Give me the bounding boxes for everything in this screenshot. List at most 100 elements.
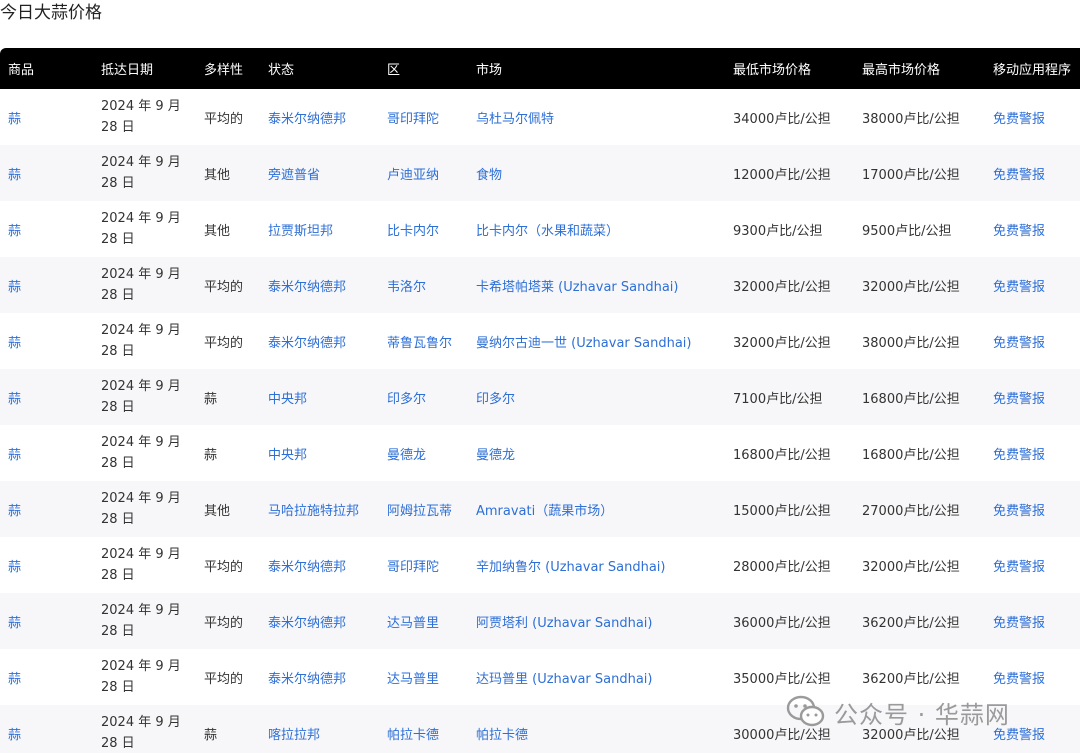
district-link[interactable]: 比卡内尔 (387, 224, 439, 239)
cell-min_price: 32000卢比/公担 (725, 313, 854, 369)
table-row: 蒜 2024 年 9 月 28 日 平均的 泰米尔纳德邦 哥印拜陀 辛加纳鲁尔 (Uzha… (0, 537, 1080, 593)
arrival-date: 2024 年 9 月 28 日 (101, 155, 181, 191)
commodity-link[interactable]: 蒜 (8, 616, 21, 631)
cell-state: 喀拉拉邦 (260, 705, 379, 753)
free-alert-link[interactable]: 免费警报 (993, 280, 1045, 295)
table-row: 蒜 2024 年 9 月 28 日 蒜 中央邦 曼德龙 曼德龙 16800卢比/公担 1680… (0, 425, 1080, 481)
cell-market: 比卡内尔（水果和蔬菜） (468, 201, 725, 257)
free-alert-link[interactable]: 免费警报 (993, 112, 1045, 127)
market-link[interactable]: 印多尔 (476, 392, 515, 407)
variety: 平均的 (204, 279, 244, 295)
commodity-link[interactable]: 蒜 (8, 560, 21, 575)
market-link[interactable]: 比卡内尔（水果和蔬菜） (476, 224, 619, 239)
cell-commodity: 蒜 (0, 89, 93, 145)
market-link[interactable]: 达玛普里 (Uzhavar Sandhai) (476, 672, 652, 687)
header-mobile-app: 移动应用程序 (985, 48, 1080, 89)
market-link[interactable]: 帕拉卡德 (476, 728, 528, 743)
cell-variety: 蒜 (196, 705, 260, 753)
table-row: 蒜 2024 年 9 月 28 日 平均的 泰米尔纳德邦 蒂鲁瓦鲁尔 曼纳尔古迪一世 (U… (0, 313, 1080, 369)
header-max-price: 最高市场价格 (854, 48, 985, 89)
free-alert-link[interactable]: 免费警报 (993, 224, 1045, 239)
market-link[interactable]: 阿贾塔利 (Uzhavar Sandhai) (476, 616, 652, 631)
cell-market: 达玛普里 (Uzhavar Sandhai) (468, 649, 725, 705)
district-link[interactable]: 蒂鲁瓦鲁尔 (387, 336, 452, 351)
market-link[interactable]: 乌杜马尔佩特 (476, 112, 554, 127)
commodity-link[interactable]: 蒜 (8, 112, 21, 127)
commodity-link[interactable]: 蒜 (8, 504, 21, 519)
min-price: 32000卢比/公担 (733, 279, 831, 295)
district-link[interactable]: 达马普里 (387, 672, 439, 687)
cell-max_price: 32000卢比/公担 (854, 537, 985, 593)
min-price: 15000卢比/公担 (733, 503, 831, 519)
free-alert-link[interactable]: 免费警报 (993, 392, 1045, 407)
market-link[interactable]: 辛加纳鲁尔 (Uzhavar Sandhai) (476, 560, 665, 575)
cell-min_price: 34000卢比/公担 (725, 89, 854, 145)
state-link[interactable]: 泰米尔纳德邦 (268, 112, 346, 127)
free-alert-link[interactable]: 免费警报 (993, 336, 1045, 351)
price-table: 商品 抵达日期 多样性 状态 区 市场 最低市场价格 最高市场价格 移动应用程序… (0, 48, 1080, 753)
state-link[interactable]: 中央邦 (268, 392, 307, 407)
market-link[interactable]: 曼德龙 (476, 448, 515, 463)
district-link[interactable]: 哥印拜陀 (387, 112, 439, 127)
cell-max_price: 27000卢比/公担 (854, 481, 985, 537)
state-link[interactable]: 拉贾斯坦邦 (268, 224, 333, 239)
cell-variety: 蒜 (196, 425, 260, 481)
district-link[interactable]: 卢迪亚纳 (387, 168, 439, 183)
cell-variety: 平均的 (196, 649, 260, 705)
variety: 其他 (204, 223, 231, 239)
district-link[interactable]: 帕拉卡德 (387, 728, 439, 743)
variety: 蒜 (204, 447, 218, 463)
district-link[interactable]: 哥印拜陀 (387, 560, 439, 575)
variety: 蒜 (204, 727, 218, 743)
state-link[interactable]: 泰米尔纳德邦 (268, 560, 346, 575)
cell-state: 马哈拉施特拉邦 (260, 481, 379, 537)
free-alert-link[interactable]: 免费警报 (993, 560, 1045, 575)
state-link[interactable]: 中央邦 (268, 448, 307, 463)
commodity-link[interactable]: 蒜 (8, 280, 21, 295)
commodity-link[interactable]: 蒜 (8, 448, 21, 463)
cell-min_price: 32000卢比/公担 (725, 257, 854, 313)
cell-state: 泰米尔纳德邦 (260, 313, 379, 369)
cell-state: 中央邦 (260, 425, 379, 481)
state-link[interactable]: 泰米尔纳德邦 (268, 336, 346, 351)
state-link[interactable]: 喀拉拉邦 (268, 728, 320, 743)
state-link[interactable]: 马哈拉施特拉邦 (268, 504, 359, 519)
state-link[interactable]: 泰米尔纳德邦 (268, 616, 346, 631)
arrival-date: 2024 年 9 月 28 日 (101, 267, 181, 303)
arrival-date: 2024 年 9 月 28 日 (101, 715, 181, 751)
cell-max_price: 38000卢比/公担 (854, 89, 985, 145)
commodity-link[interactable]: 蒜 (8, 728, 21, 743)
cell-variety: 蒜 (196, 369, 260, 425)
free-alert-link[interactable]: 免费警报 (993, 672, 1045, 687)
state-link[interactable]: 旁遮普省 (268, 168, 320, 183)
district-link[interactable]: 韦洛尔 (387, 280, 426, 295)
commodity-link[interactable]: 蒜 (8, 392, 21, 407)
cell-date: 2024 年 9 月 28 日 (93, 89, 196, 145)
district-link[interactable]: 达马普里 (387, 616, 439, 631)
free-alert-link[interactable]: 免费警报 (993, 504, 1045, 519)
variety: 平均的 (204, 615, 244, 631)
free-alert-link[interactable]: 免费警报 (993, 448, 1045, 463)
cell-app: 免费警报 (985, 201, 1080, 257)
market-link[interactable]: Amravati（蔬果市场） (476, 504, 613, 519)
commodity-link[interactable]: 蒜 (8, 168, 21, 183)
commodity-link[interactable]: 蒜 (8, 224, 21, 239)
market-link[interactable]: 曼纳尔古迪一世 (Uzhavar Sandhai) (476, 336, 691, 351)
cell-variety: 其他 (196, 201, 260, 257)
commodity-link[interactable]: 蒜 (8, 336, 21, 351)
cell-max_price: 9500卢比/公担 (854, 201, 985, 257)
commodity-link[interactable]: 蒜 (8, 672, 21, 687)
cell-date: 2024 年 9 月 28 日 (93, 201, 196, 257)
cell-date: 2024 年 9 月 28 日 (93, 481, 196, 537)
free-alert-link[interactable]: 免费警报 (993, 168, 1045, 183)
state-link[interactable]: 泰米尔纳德邦 (268, 672, 346, 687)
table-row: 蒜 2024 年 9 月 28 日 平均的 泰米尔纳德邦 韦洛尔 卡希塔帕塔莱 (Uzha… (0, 257, 1080, 313)
state-link[interactable]: 泰米尔纳德邦 (268, 280, 346, 295)
cell-app: 免费警报 (985, 89, 1080, 145)
district-link[interactable]: 印多尔 (387, 392, 426, 407)
market-link[interactable]: 食物 (476, 168, 502, 183)
market-link[interactable]: 卡希塔帕塔莱 (Uzhavar Sandhai) (476, 280, 678, 295)
district-link[interactable]: 曼德龙 (387, 448, 426, 463)
free-alert-link[interactable]: 免费警报 (993, 616, 1045, 631)
district-link[interactable]: 阿姆拉瓦蒂 (387, 504, 452, 519)
